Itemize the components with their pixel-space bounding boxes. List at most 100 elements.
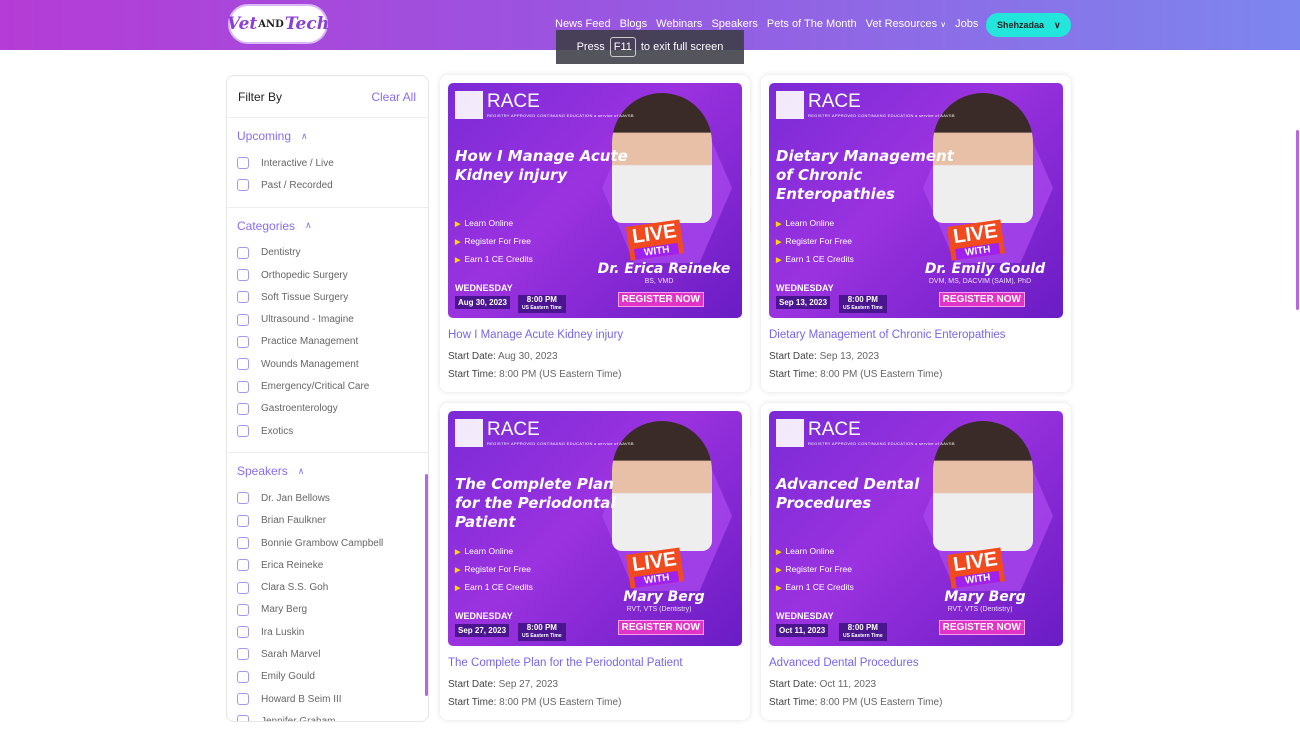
- filter-option[interactable]: Practice Management: [237, 331, 428, 353]
- filter-option[interactable]: Orthopedic Surgery: [237, 264, 428, 286]
- filter-option[interactable]: Sarah Marvel: [237, 643, 428, 665]
- checkbox[interactable]: [237, 157, 249, 170]
- race-logo: RACE REGISTRY APPROVED CONTINUING EDUCATI…: [776, 419, 955, 447]
- fullscreen-notice: Press F11 to exit full screen: [556, 30, 744, 64]
- checkbox[interactable]: [237, 514, 249, 527]
- register-now-button[interactable]: REGISTER NOW: [938, 620, 1025, 635]
- filter-option[interactable]: Dentistry: [237, 242, 428, 264]
- checkbox[interactable]: [237, 335, 249, 348]
- section-toggle[interactable]: Upcoming ∧: [237, 129, 428, 143]
- filter-option[interactable]: Jennifer Graham: [237, 710, 428, 721]
- filter-option[interactable]: Interactive / Live: [237, 152, 428, 174]
- clear-all-link[interactable]: Clear All: [371, 90, 416, 104]
- nav-pets-of-the-month[interactable]: Pets of The Month: [767, 18, 857, 30]
- nav-news-feed[interactable]: News Feed: [555, 18, 611, 30]
- filter-option[interactable]: Ultrasound - Imagine: [237, 308, 428, 330]
- checkbox[interactable]: [237, 670, 249, 683]
- option-label: Exotics: [261, 425, 294, 437]
- register-now-button[interactable]: REGISTER NOW: [617, 292, 704, 307]
- webinar-banner[interactable]: RACE REGISTRY APPROVED CONTINUING EDUCATI…: [448, 411, 742, 646]
- filter-option[interactable]: Mary Berg: [237, 599, 428, 621]
- webinar-banner[interactable]: RACE REGISTRY APPROVED CONTINUING EDUCATI…: [448, 83, 742, 318]
- webinar-banner[interactable]: RACE REGISTRY APPROVED CONTINUING EDUCATI…: [769, 411, 1063, 646]
- webinar-card[interactable]: RACE REGISTRY APPROVED CONTINUING EDUCATI…: [761, 403, 1071, 720]
- section-toggle[interactable]: Speakers ∧: [237, 464, 428, 478]
- sidebar-scrollbar[interactable]: [425, 474, 428, 696]
- filter-option[interactable]: Emergency/Critical Care: [237, 375, 428, 397]
- checkbox[interactable]: [237, 358, 249, 371]
- checkbox[interactable]: [237, 313, 249, 326]
- page-scrollbar[interactable]: [1296, 130, 1299, 310]
- banner-title: Advanced Dental Procedures: [776, 475, 920, 512]
- filter-option[interactable]: Past / Recorded: [237, 174, 428, 196]
- section-title: Categories: [237, 218, 296, 233]
- webinar-title-link[interactable]: Dietary Management of Chronic Enteropath…: [769, 329, 1006, 341]
- race-text: RACE: [487, 419, 540, 440]
- race-logo-icon: [776, 91, 804, 119]
- checkbox[interactable]: [237, 492, 249, 505]
- nav-speakers[interactable]: Speakers: [711, 18, 757, 30]
- banner-credentials: RVT, VTS (Dentistry): [947, 606, 1013, 613]
- nav-webinars[interactable]: Webinars: [656, 18, 702, 30]
- webinar-banner[interactable]: RACE REGISTRY APPROVED CONTINUING EDUCATI…: [769, 83, 1063, 318]
- register-now-button[interactable]: REGISTER NOW: [617, 620, 704, 635]
- banner-bullet: ▶ Register For Free: [776, 233, 854, 251]
- start-date-label: Start Date:: [769, 351, 817, 362]
- nav-blogs[interactable]: Blogs: [620, 18, 648, 30]
- option-label: Practice Management: [261, 336, 359, 348]
- race-logo-icon: [776, 419, 804, 447]
- nav-vet-resources[interactable]: Vet Resources ∨: [866, 18, 946, 30]
- option-label: Howard B Seim III: [261, 693, 342, 705]
- race-subtext: REGISTRY APPROVED CONTINUING EDUCATION a…: [808, 441, 955, 446]
- chevron-down-icon: ∨: [1054, 19, 1061, 30]
- filter-option[interactable]: Dr. Jan Bellows: [237, 487, 428, 509]
- filter-option[interactable]: Gastroenterology: [237, 398, 428, 420]
- section-toggle[interactable]: Categories ∧: [237, 219, 428, 233]
- checkbox[interactable]: [237, 179, 249, 192]
- checkbox[interactable]: [237, 425, 249, 438]
- checkbox[interactable]: [237, 269, 249, 282]
- filter-option[interactable]: Howard B Seim III: [237, 688, 428, 710]
- checkbox[interactable]: [237, 626, 249, 639]
- checkbox[interactable]: [237, 581, 249, 594]
- webinar-title-link[interactable]: Advanced Dental Procedures: [769, 657, 919, 669]
- checkbox[interactable]: [237, 603, 249, 616]
- play-arrow-icon: ▶: [776, 221, 782, 228]
- race-text: RACE: [808, 419, 861, 440]
- filter-option[interactable]: Bonnie Grambow Campbell: [237, 532, 428, 554]
- checkbox[interactable]: [237, 291, 249, 304]
- webinar-card[interactable]: RACE REGISTRY APPROVED CONTINUING EDUCATI…: [440, 75, 750, 392]
- option-label: Sarah Marvel: [261, 648, 321, 660]
- banner-time: 8:00 PM US Eastern Time: [839, 623, 887, 641]
- webinar-title-link[interactable]: The Complete Plan for the Periodontal Pa…: [448, 657, 683, 669]
- notice-text: Press: [576, 41, 605, 53]
- bullet-text: Earn 1 CE Credits: [464, 582, 533, 592]
- checkbox[interactable]: [237, 693, 249, 706]
- filter-option[interactable]: Clara S.S. Goh: [237, 576, 428, 598]
- banner-bullet: ▶ Earn 1 CE Credits: [455, 579, 533, 597]
- webinar-card[interactable]: RACE REGISTRY APPROVED CONTINUING EDUCATI…: [761, 75, 1071, 392]
- checkbox[interactable]: [237, 402, 249, 415]
- filter-option[interactable]: Erica Reineke: [237, 554, 428, 576]
- checkbox[interactable]: [237, 537, 249, 549]
- checkbox[interactable]: [237, 715, 249, 721]
- checkbox[interactable]: [237, 246, 249, 259]
- user-menu-button[interactable]: Shehzadaa ∨: [986, 13, 1071, 37]
- bullet-text: Learn Online: [785, 218, 835, 228]
- filter-option[interactable]: Brian Faulkner: [237, 510, 428, 532]
- nav-jobs[interactable]: Jobs: [955, 18, 978, 30]
- register-now-button[interactable]: REGISTER NOW: [938, 292, 1025, 307]
- webinar-title-link[interactable]: How I Manage Acute Kidney injury: [448, 329, 623, 341]
- filter-option[interactable]: Wounds Management: [237, 353, 428, 375]
- filter-option[interactable]: Soft Tissue Surgery: [237, 286, 428, 308]
- filter-option[interactable]: Emily Gould: [237, 666, 428, 688]
- checkbox[interactable]: [237, 648, 249, 661]
- vetandtech-logo[interactable]: Vet AND Tech: [227, 4, 329, 44]
- checkbox[interactable]: [237, 559, 249, 572]
- webinar-card[interactable]: RACE REGISTRY APPROVED CONTINUING EDUCATI…: [440, 403, 750, 720]
- filter-option[interactable]: Ira Luskin: [237, 621, 428, 643]
- time-text: 8:00 PM: [526, 623, 557, 632]
- checkbox[interactable]: [237, 380, 249, 393]
- filter-option[interactable]: Exotics: [237, 420, 428, 442]
- option-label: Orthopedic Surgery: [261, 269, 348, 281]
